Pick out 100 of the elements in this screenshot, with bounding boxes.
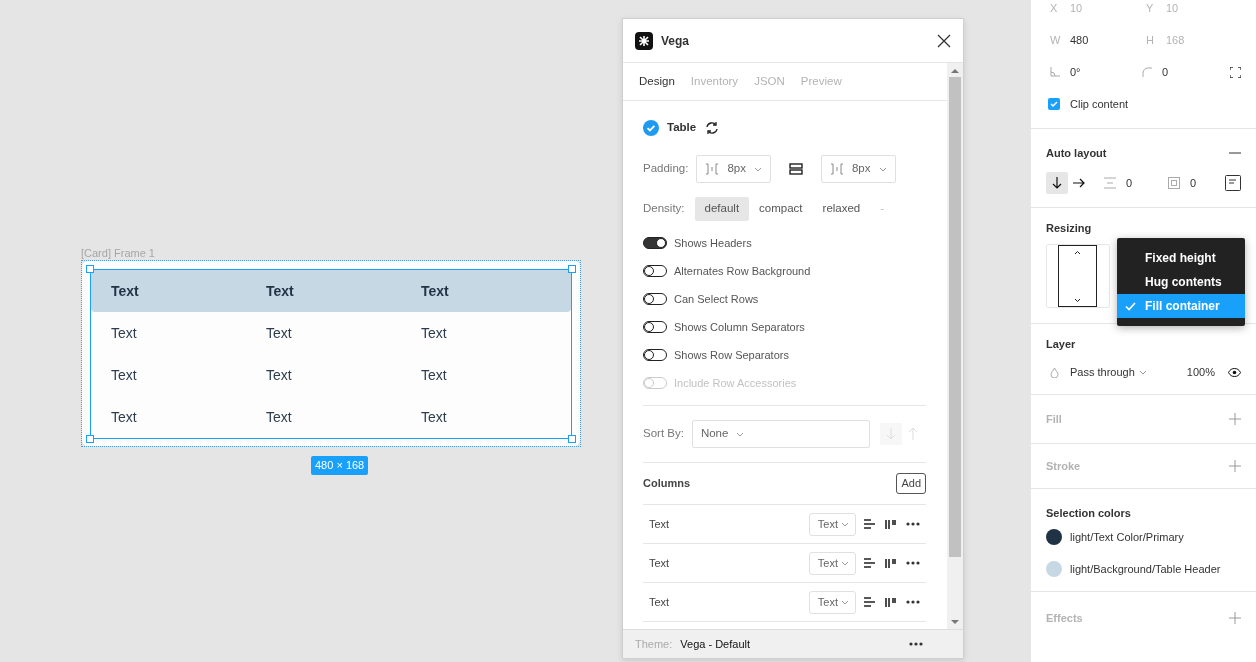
spacing-field[interactable]: 0	[1126, 174, 1168, 192]
rotation-field[interactable]: 0°	[1070, 63, 1081, 81]
checkbox-label: Clip content	[1070, 96, 1129, 112]
section-title: Resizing	[1046, 221, 1093, 236]
value-field[interactable]: 480	[1070, 31, 1089, 49]
toggle-label: Can Select Rows	[674, 291, 759, 307]
padding-select[interactable]: 8px	[696, 155, 771, 183]
color-swatch[interactable]	[1046, 529, 1062, 545]
table-header-cell: Text	[91, 270, 246, 312]
section-title: Selection colors	[1046, 506, 1132, 521]
color-name: light/Text Color/Primary	[1070, 529, 1184, 545]
chevron-down-icon	[736, 431, 745, 437]
check-icon	[1125, 301, 1136, 311]
resize-handle[interactable]	[568, 265, 576, 273]
more-icon[interactable]	[906, 522, 920, 526]
column-name: Text	[649, 516, 671, 532]
density-option[interactable]: relaxed	[812, 197, 871, 221]
section-title: Layer	[1046, 337, 1077, 352]
table-header-cell: Text	[246, 270, 401, 312]
padding-select[interactable]: 8px	[820, 155, 896, 183]
arrow-down-icon	[1052, 177, 1062, 189]
section-title: Fill	[1046, 411, 1062, 427]
resize-handle[interactable]	[568, 435, 576, 443]
padding-icon	[829, 163, 844, 175]
column-type-select[interactable]: Text	[808, 551, 856, 575]
alignment-icon[interactable]	[1225, 175, 1241, 191]
column-width-icon[interactable]	[885, 558, 896, 568]
toggle-switch[interactable]	[643, 237, 667, 249]
more-icon[interactable]	[906, 600, 920, 604]
field-label: W	[1050, 32, 1062, 48]
menu-item[interactable]: Hug contents	[1117, 270, 1245, 294]
blend-select[interactable]: Pass through	[1070, 363, 1187, 381]
more-icon[interactable]	[906, 561, 920, 565]
radius-field[interactable]: 0	[1162, 63, 1230, 81]
column-name: Text	[649, 594, 671, 610]
column-width-icon[interactable]	[885, 519, 896, 529]
column-type-select[interactable]: Text	[808, 512, 856, 536]
column-name: Text	[649, 555, 671, 571]
field-label: Padding:	[643, 161, 689, 177]
table-cell-text: Text	[265, 365, 293, 385]
table-cell-text: Text	[110, 323, 138, 343]
chevron-down-icon	[1138, 369, 1147, 375]
drop-icon	[1050, 366, 1059, 378]
eye-icon[interactable]	[1228, 367, 1241, 377]
logo-icon	[635, 31, 653, 50]
scrollbar[interactable]	[947, 63, 963, 629]
checkbox[interactable]	[1048, 98, 1060, 110]
toggle-label: Shows Headers	[674, 235, 752, 251]
window-title: Vega	[661, 32, 691, 50]
add-button[interactable]: Add	[896, 473, 926, 494]
toggle-label: Shows Column Separators	[674, 319, 805, 335]
table-cell-text: Text	[110, 407, 138, 427]
toggle-label: Shows Row Separators	[674, 347, 789, 363]
resize-handle[interactable]	[86, 435, 94, 443]
theme-label: Theme:	[635, 636, 673, 652]
padding-icon	[1168, 177, 1180, 189]
component-name: Table	[667, 120, 697, 136]
field-label: Y	[1146, 0, 1155, 16]
menu-item[interactable]: Fixed height	[1117, 246, 1245, 270]
chevron-down-icon	[841, 521, 849, 527]
stack-icon[interactable]	[788, 163, 803, 175]
chevron-down-icon	[753, 166, 762, 172]
color-name: light/Background/Table Header	[1070, 561, 1221, 577]
expand-icon[interactable]	[1230, 66, 1241, 78]
more-icon[interactable]	[909, 642, 923, 646]
opacity-field[interactable]: 100%	[1186, 363, 1215, 381]
chevron-down-icon	[841, 560, 849, 566]
table-cell-text: Text	[110, 365, 138, 385]
theme-name: Vega - Default	[680, 636, 751, 652]
scroll-up-icon[interactable]	[951, 68, 959, 73]
column-type-select[interactable]: Text	[808, 590, 856, 614]
arrow-right-icon	[1073, 178, 1085, 188]
field-label: H	[1146, 32, 1155, 48]
align-left-icon[interactable]	[864, 558, 875, 568]
field-label: X	[1050, 0, 1059, 16]
spacing-icon	[1104, 177, 1116, 189]
chevron-down-icon	[841, 599, 849, 605]
resize-handle[interactable]	[86, 265, 94, 273]
table-cell-text: Text	[420, 365, 448, 385]
column-width-icon[interactable]	[885, 597, 896, 607]
corner-radius-icon	[1142, 67, 1152, 77]
tab[interactable]: Design	[639, 72, 675, 91]
align-left-icon[interactable]	[864, 597, 875, 607]
color-swatch[interactable]	[1046, 561, 1062, 577]
padding-field[interactable]: 0	[1190, 174, 1225, 192]
sort-select[interactable]: None	[691, 420, 870, 448]
field-label: Sort By:	[643, 426, 684, 442]
section-title: Effects	[1046, 610, 1083, 626]
direction-button[interactable]	[1046, 172, 1068, 194]
toggle-label: Alternates Row Background	[674, 263, 811, 279]
close-icon[interactable]	[937, 33, 951, 48]
density-option[interactable]: default	[694, 197, 750, 221]
resizing-drawing	[1046, 244, 1110, 308]
scroll-down-icon[interactable]	[951, 620, 959, 625]
field-label: Density:	[643, 201, 685, 217]
table-cell-text: Text	[420, 407, 448, 427]
table-header-cell: Text	[401, 270, 571, 312]
align-left-icon[interactable]	[864, 519, 875, 529]
density-option[interactable]: compact	[749, 197, 813, 221]
angle-icon	[1050, 67, 1060, 77]
